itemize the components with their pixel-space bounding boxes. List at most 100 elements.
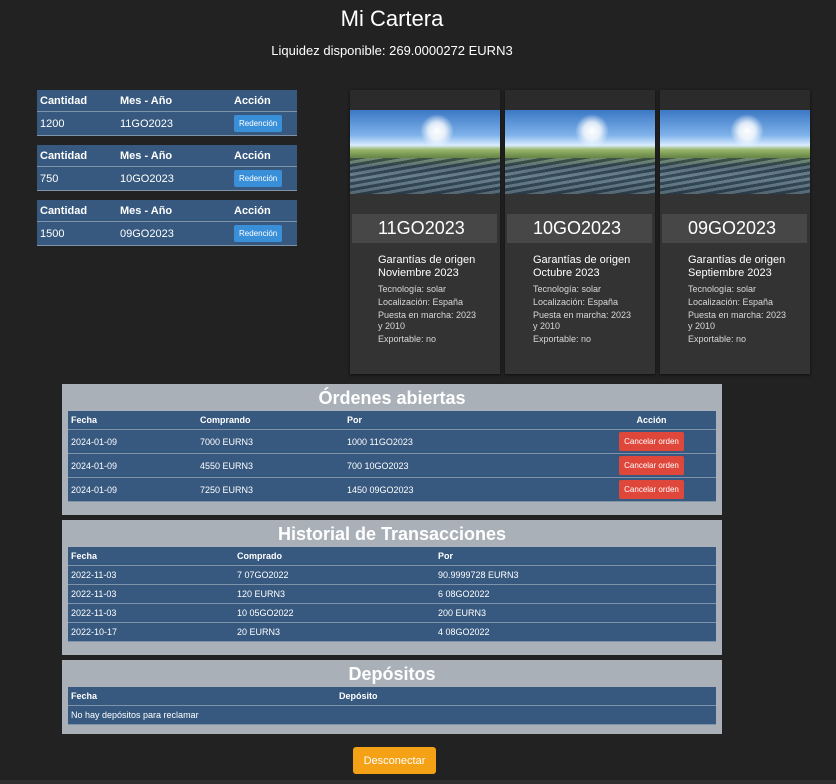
holding-quantity: 1200 [37, 111, 117, 136]
tx-date: 2022-11-03 [68, 584, 234, 604]
card-name: Garantías de origen Noviembre 2023 [378, 254, 476, 279]
cancel-order-button[interactable]: Cancelar orden [619, 432, 684, 451]
card-location: Localización: España [688, 297, 774, 307]
product-card: 11GO2023 Garantías de origen Noviembre 2… [350, 90, 500, 374]
order-for: 1000 11GO2023 [344, 429, 587, 454]
col-cantidad: Cantidad [37, 90, 117, 112]
col-por: Por [344, 411, 587, 430]
cancel-order-button[interactable]: Cancelar orden [619, 480, 684, 499]
col-deposito: Depósito [336, 687, 716, 706]
col-mes-ano: Mes - Año [117, 145, 231, 167]
order-for: 700 10GO2023 [344, 453, 587, 478]
col-cantidad: Cantidad [37, 145, 117, 167]
table-row: 2022-11-03 7 07GO2022 90.9999728 EURN3 [68, 565, 716, 585]
holdings-list: Cantidad Mes - Año Acción 1200 11GO2023 … [37, 90, 297, 255]
history-title: Historial de Transacciones [277, 524, 507, 544]
tx-date: 2022-10-17 [68, 622, 234, 642]
transaction-history-panel: Historial de Transacciones Fecha Comprad… [62, 520, 722, 655]
col-mes-ano: Mes - Año [117, 200, 231, 222]
deposits-empty-message: No hay depósitos para reclamar [68, 705, 716, 725]
col-fecha: Fecha [68, 411, 197, 430]
order-buying: 7250 EURN3 [197, 477, 344, 502]
card-exportable: Exportable: no [688, 334, 747, 344]
open-orders-table: Fecha Comprando Por Acción 2024-01-09 70… [68, 411, 716, 502]
holding-quantity: 1500 [37, 221, 117, 246]
card-technology: Tecnología: solar [378, 284, 447, 294]
col-accion: Acción [587, 411, 716, 430]
table-row: 1200 11GO2023 Redención [37, 111, 297, 136]
tx-for: 90.9999728 EURN3 [435, 565, 716, 585]
table-row: 2022-11-03 120 EURN3 6 08GO2022 [68, 584, 716, 604]
col-accion: Acción [231, 90, 297, 112]
table-row: 2024-01-09 7250 EURN3 1450 09GO2023 Canc… [68, 477, 716, 502]
card-name: Garantías de origen Septiembre 2023 [688, 254, 786, 279]
order-date: 2024-01-09 [68, 453, 197, 478]
tx-bought: 10 05GO2022 [234, 603, 435, 623]
col-accion: Acción [231, 145, 297, 167]
col-por: Por [435, 547, 716, 566]
table-row: No hay depósitos para reclamar [68, 705, 716, 725]
tx-bought: 20 EURN3 [234, 622, 435, 642]
col-accion: Acción [231, 200, 297, 222]
holding-month: 11GO2023 [117, 111, 231, 136]
card-name: Garantías de origen Octubre 2023 [533, 254, 631, 279]
order-for: 1450 09GO2023 [344, 477, 587, 502]
holding-month: 09GO2023 [117, 221, 231, 246]
redeem-button[interactable]: Redención [234, 115, 283, 132]
card-location: Localización: España [378, 297, 464, 307]
holding-table: Cantidad Mes - Año Acción 1500 09GO2023 … [37, 200, 297, 246]
table-row: 1500 09GO2023 Redención [37, 221, 297, 246]
table-row: 2022-11-03 10 05GO2022 200 EURN3 [68, 603, 716, 623]
order-date: 2024-01-09 [68, 477, 197, 502]
product-card: 09GO2023 Garantías de origen Septiembre … [660, 90, 810, 374]
card-code: 11GO2023 [352, 214, 497, 243]
holding-table: Cantidad Mes - Año Acción 750 10GO2023 R… [37, 145, 297, 191]
tx-bought: 7 07GO2022 [234, 565, 435, 585]
card-start-date: Puesta en marcha: 2023 y 2010 [533, 310, 632, 331]
order-buying: 4550 EURN3 [197, 453, 344, 478]
card-technology: Tecnología: solar [688, 284, 757, 294]
holding-month: 10GO2023 [117, 166, 231, 191]
order-buying: 7000 EURN3 [197, 429, 344, 454]
holding-table: Cantidad Mes - Año Acción 1200 11GO2023 … [37, 90, 297, 136]
redeem-button[interactable]: Redención [234, 170, 283, 187]
card-start-date: Puesta en marcha: 2023 y 2010 [688, 310, 787, 331]
col-fecha: Fecha [68, 687, 336, 706]
deposits-title: Depósitos [348, 664, 436, 684]
card-code: 10GO2023 [507, 214, 652, 243]
tx-date: 2022-11-03 [68, 565, 234, 585]
open-orders-title: Órdenes abiertas [318, 388, 466, 408]
card-start-date: Puesta en marcha: 2023 y 2010 [378, 310, 477, 331]
deposits-table: Fecha Depósito No hay depósitos para rec… [68, 687, 716, 725]
history-table: Fecha Comprado Por 2022-11-03 7 07GO2022… [68, 547, 716, 642]
cancel-order-button[interactable]: Cancelar orden [619, 456, 684, 475]
solar-farm-image [350, 110, 500, 194]
table-row: 750 10GO2023 Redención [37, 166, 297, 191]
tx-for: 6 08GO2022 [435, 584, 716, 604]
col-cantidad: Cantidad [37, 200, 117, 222]
table-row: 2022-10-17 20 EURN3 4 08GO2022 [68, 622, 716, 642]
liquidity-balance: Liquidez disponible: 269.0000272 EURN3 [271, 43, 513, 58]
table-row: 2024-01-09 7000 EURN3 1000 11GO2023 Canc… [68, 429, 716, 454]
tx-for: 4 08GO2022 [435, 622, 716, 642]
order-date: 2024-01-09 [68, 429, 197, 454]
product-card: 10GO2023 Garantías de origen Octubre 202… [505, 90, 655, 374]
solar-farm-image [660, 110, 810, 194]
table-row: 2024-01-09 4550 EURN3 700 10GO2023 Cance… [68, 453, 716, 478]
col-comprando: Comprando [197, 411, 344, 430]
col-fecha: Fecha [68, 547, 234, 566]
solar-farm-image [505, 110, 655, 194]
col-comprado: Comprado [234, 547, 435, 566]
card-code: 09GO2023 [662, 214, 807, 243]
tx-date: 2022-11-03 [68, 603, 234, 623]
card-technology: Tecnología: solar [533, 284, 602, 294]
col-mes-ano: Mes - Año [117, 90, 231, 112]
tx-for: 200 EURN3 [435, 603, 716, 623]
redeem-button[interactable]: Redención [234, 225, 283, 242]
holding-quantity: 750 [37, 166, 117, 191]
tx-bought: 120 EURN3 [234, 584, 435, 604]
card-exportable: Exportable: no [378, 334, 437, 344]
open-orders-panel: Órdenes abiertas Fecha Comprando Por Acc… [62, 384, 722, 515]
disconnect-button[interactable]: Desconectar [353, 747, 436, 774]
page-title: Mi Cartera [340, 6, 444, 31]
